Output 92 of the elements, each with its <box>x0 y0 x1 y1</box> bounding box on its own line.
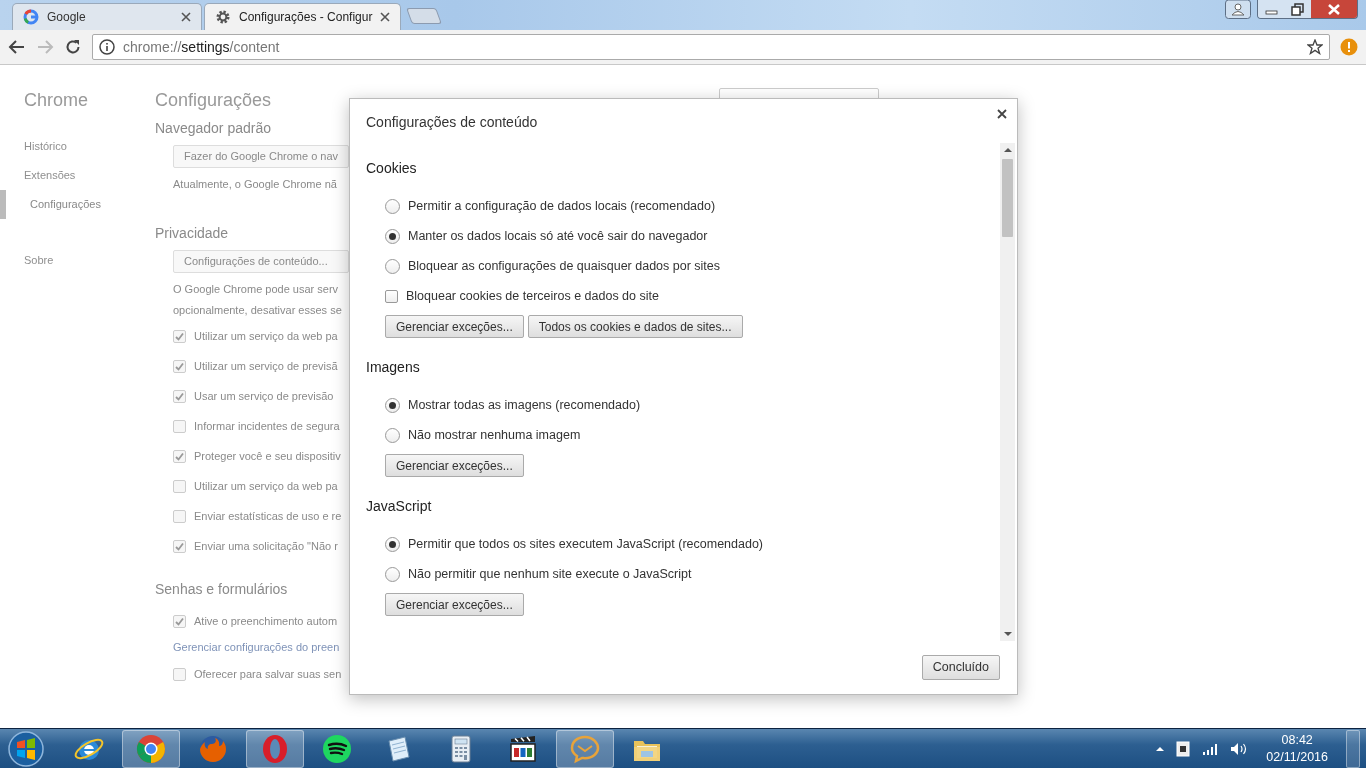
check-icon <box>175 391 184 401</box>
radio-label: Permitir que todos os sites executem JavaScript (recomendado) <box>408 535 764 553</box>
alert-icon[interactable] <box>1340 38 1358 56</box>
check-icon <box>175 616 184 626</box>
checkbox-label: Enviar uma solicitação "Não r <box>194 538 338 554</box>
clock-date[interactable]: 02/11/2016 <box>1266 748 1328 766</box>
signal-bars-icon[interactable] <box>1202 742 1219 755</box>
g-logo-icon <box>23 9 39 25</box>
restore-icon[interactable] <box>1285 0 1311 18</box>
checkbox-label: Utilizar um serviço da web pa <box>194 478 338 494</box>
radio-button[interactable] <box>385 397 400 413</box>
section-heading: JavaScript <box>366 497 433 516</box>
checkbox-label: Utilizar um serviço da web pa <box>194 328 338 344</box>
checkbox[interactable] <box>173 614 186 628</box>
section-heading: Senhas e formulários <box>155 580 288 599</box>
user-icon[interactable] <box>1225 0 1251 19</box>
info-icon[interactable] <box>99 39 115 55</box>
dialog-button[interactable]: Gerenciar exceções... <box>385 454 524 477</box>
check-icon <box>175 331 184 341</box>
section-heading: Privacidade <box>155 224 229 243</box>
radio-label: Manter os dados locais só até você sair do navegador <box>408 227 708 245</box>
dialog-button[interactable]: Todos os cookies e dados de sites... <box>527 315 743 338</box>
page-title: Configurações <box>155 89 272 112</box>
gear-icon <box>215 9 231 25</box>
radio-button[interactable] <box>385 566 400 582</box>
browser-tab[interactable]: Configurações - Configur <box>204 3 402 30</box>
segmented-circle-icon <box>135 732 167 765</box>
checkbox-label: Usar um serviço de previsão <box>194 388 334 404</box>
windows-logo-button[interactable] <box>6 728 46 768</box>
radio-label: Não permitir que nenhum site execute o JavaScript <box>408 565 692 583</box>
scroll-thumb[interactable] <box>1002 159 1013 237</box>
address-field[interactable]: chrome://settings/content <box>92 34 1330 60</box>
note-text: Atualmente, o Google Chrome nã <box>173 177 337 193</box>
checkbox-label: Bloquear cookies de terceiros e dados do site <box>406 287 659 305</box>
section-heading: Imagens <box>366 358 421 377</box>
note-text: opcionalmente, desativar esses se <box>173 303 342 319</box>
radio-label: Não mostrar nenhuma imagem <box>408 426 581 444</box>
dialog-title: Configurações de conteúdo <box>366 112 538 132</box>
sidebar-title: Chrome <box>23 89 90 112</box>
radio-button[interactable] <box>385 228 400 244</box>
dialog-button[interactable]: Gerenciar exceções... <box>385 593 524 616</box>
clock-time[interactable]: 08:42 <box>1281 731 1313 749</box>
close-icon[interactable] <box>997 109 1007 119</box>
checkbox[interactable] <box>385 289 398 303</box>
star-icon[interactable] <box>1307 39 1323 55</box>
checkbox[interactable] <box>173 667 186 681</box>
checkbox[interactable] <box>173 449 186 463</box>
checkbox[interactable] <box>173 329 186 343</box>
reload-icon[interactable] <box>64 38 82 56</box>
scrollbar[interactable] <box>1000 143 1015 641</box>
checkbox-label: Oferecer para salvar suas sen <box>194 666 342 682</box>
checkbox-label: Ative o preenchimento autom <box>194 613 338 629</box>
checkbox-label: Proteger você e seu dispositiv <box>194 448 341 464</box>
checkbox[interactable] <box>173 479 186 493</box>
radio-button[interactable] <box>385 258 400 274</box>
show-desktop-button[interactable] <box>1346 729 1360 768</box>
radio-label: Permitir a configuração de dados locais (recomendado) <box>408 197 716 215</box>
close-icon[interactable] <box>380 12 391 22</box>
url-text: chrome://settings/content <box>123 37 281 57</box>
scroll-up-icon[interactable] <box>1003 147 1012 153</box>
note-text: O Google Chrome pode usar serv <box>173 282 339 298</box>
close-icon[interactable] <box>181 12 191 22</box>
sidebar-item[interactable]: Configurações <box>0 190 155 219</box>
checkbox-label: Enviar estatísticas de uso e re <box>194 508 342 524</box>
back-icon[interactable] <box>8 38 26 56</box>
section-heading: Navegador padrão <box>155 119 271 138</box>
checkbox[interactable] <box>173 509 186 523</box>
radio-button[interactable] <box>385 198 400 214</box>
check-icon <box>175 361 184 371</box>
checkbox[interactable] <box>173 389 186 403</box>
check-icon <box>175 451 184 461</box>
radio-button[interactable] <box>385 536 400 552</box>
tab-title: Google <box>47 9 87 26</box>
tab-title: Configurações - Configur <box>239 9 373 26</box>
browser-tab[interactable]: Google <box>12 3 202 30</box>
radio-label: Bloquear as configurações de quaisquer dados por sites <box>408 257 720 275</box>
speaker-icon[interactable] <box>1230 741 1249 756</box>
section-heading: Cookies <box>366 159 418 178</box>
sound-waves-icon <box>321 732 353 765</box>
checkbox-label: Utilizar um serviço de previsã <box>194 358 338 374</box>
checkbox[interactable] <box>173 359 186 373</box>
checkbox[interactable] <box>173 419 186 433</box>
dialog-button[interactable]: Gerenciar exceções... <box>385 315 524 338</box>
checkbox-label: Informar incidentes de segura <box>194 418 340 434</box>
close-icon[interactable] <box>1311 0 1357 18</box>
checkbox[interactable] <box>173 539 186 553</box>
scroll-down-icon[interactable] <box>1003 631 1012 637</box>
done-button[interactable]: Concluído <box>921 655 1000 680</box>
radio-button[interactable] <box>385 427 400 443</box>
radio-label: Mostrar todas as imagens (recomendado) <box>408 396 641 414</box>
check-icon <box>175 541 184 551</box>
show-hidden-icon[interactable] <box>1156 745 1165 752</box>
